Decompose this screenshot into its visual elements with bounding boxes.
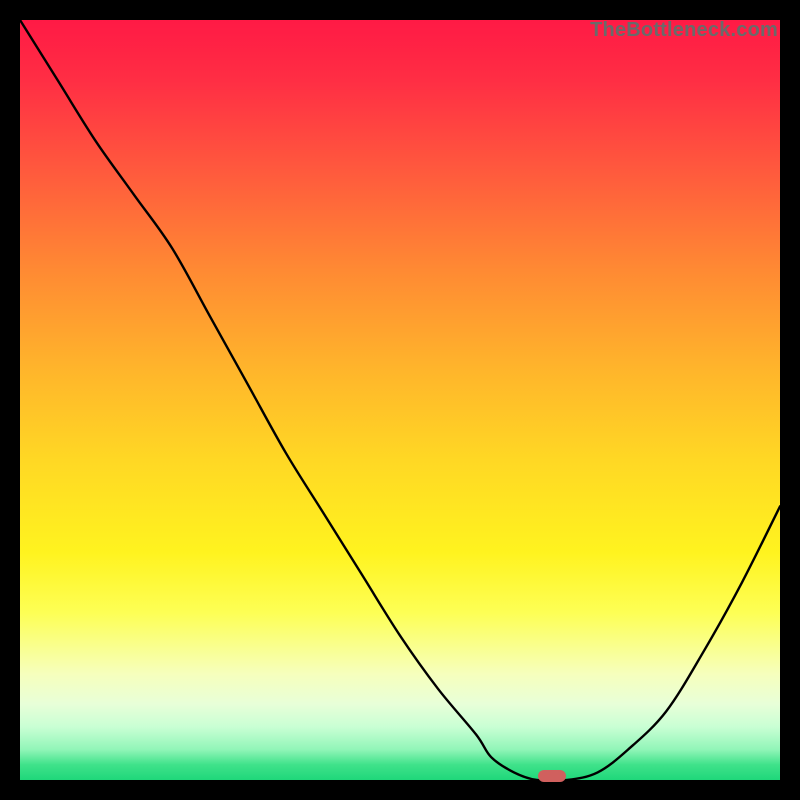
optimum-marker [538, 770, 566, 782]
curve-path [20, 20, 780, 780]
bottleneck-curve [20, 20, 780, 780]
chart-stage: TheBottleneck.com [0, 0, 800, 800]
plot-area: TheBottleneck.com [20, 20, 780, 780]
